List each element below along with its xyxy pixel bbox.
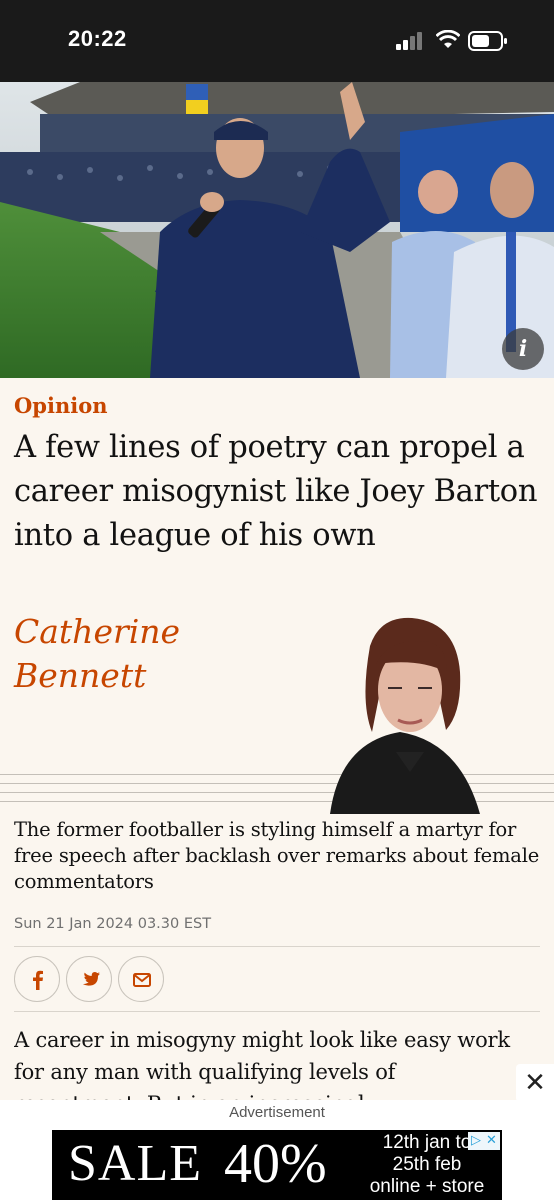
image-info-button[interactable]: i bbox=[502, 328, 544, 370]
ad-sale-text: SALE bbox=[68, 1135, 202, 1192]
adchoices-icon[interactable]: ▷ ✕ bbox=[468, 1132, 500, 1150]
article-headline: A few lines of poetry can propel a caree… bbox=[14, 430, 538, 553]
article-body: A career in misogyny might look like eas… bbox=[14, 1028, 510, 1100]
ad-dates-line: online + store bbox=[369, 1176, 485, 1197]
ad-dates-line: 25th feb bbox=[392, 1154, 462, 1175]
article-dateline: Sun 21 Jan 2024 03.30 EST bbox=[14, 916, 212, 932]
section-kicker[interactable]: Opinion bbox=[14, 393, 107, 418]
share-email-button[interactable] bbox=[118, 956, 164, 1002]
share-facebook-button[interactable] bbox=[14, 956, 60, 1002]
article-standfirst: The former footballer is styling himself… bbox=[14, 818, 540, 893]
ad-label: Advertisement bbox=[229, 1104, 325, 1121]
author-byline[interactable]: Catherine Bennett bbox=[14, 610, 234, 698]
email-icon bbox=[133, 973, 151, 987]
divider bbox=[14, 1011, 540, 1012]
share-twitter-button[interactable] bbox=[66, 956, 112, 1002]
close-icon[interactable]: ✕ bbox=[516, 1064, 554, 1102]
author-portrait bbox=[330, 617, 480, 814]
battery-icon bbox=[468, 31, 507, 51]
status-bar: 20:22 bbox=[0, 0, 554, 82]
signal-icon bbox=[396, 32, 422, 50]
divider bbox=[14, 946, 540, 947]
hero-image: i bbox=[0, 82, 554, 378]
status-time: 20:22 bbox=[68, 26, 127, 51]
facebook-icon bbox=[33, 970, 43, 990]
twitter-icon bbox=[82, 972, 100, 986]
ad-banner[interactable]: SALE 40% 12th jan to 25th feb online + s… bbox=[52, 1130, 502, 1200]
ad-sale-number: 40% bbox=[224, 1133, 327, 1195]
wifi-icon bbox=[436, 30, 460, 48]
